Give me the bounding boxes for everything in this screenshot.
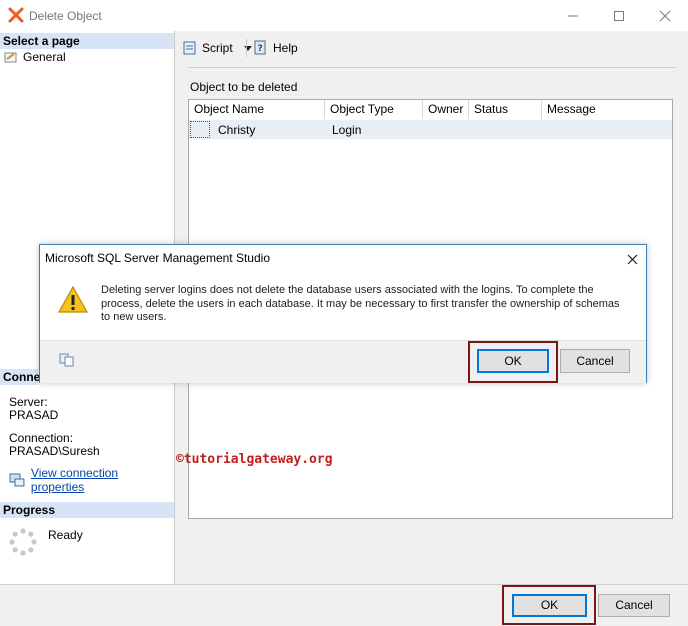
table-row[interactable]: Christy Login <box>189 120 672 139</box>
warning-icon <box>57 285 89 313</box>
svg-text:?: ? <box>258 44 263 54</box>
section-label: Object to be deleted <box>190 80 298 94</box>
copy-icon[interactable] <box>59 353 75 367</box>
server-label: Server: <box>9 395 48 409</box>
column-header-owner[interactable]: Owner <box>423 100 469 119</box>
progress-status: Ready <box>48 528 83 542</box>
wrench-page-icon <box>4 52 17 63</box>
bottom-bar: OK Cancel <box>0 584 688 626</box>
cell-object-name: Christy <box>218 123 256 137</box>
select-page-header: Select a page <box>0 33 174 49</box>
close-icon <box>659 10 671 21</box>
dialog-footer: OK Cancel <box>40 340 646 383</box>
title-bar: Delete Object <box>0 0 688 31</box>
progress-spinner-icon <box>9 528 37 556</box>
close-button[interactable] <box>642 0 688 31</box>
column-header-object-name[interactable]: Object Name <box>189 100 325 119</box>
help-label: Help <box>273 41 298 55</box>
cell-object-type: Login <box>332 123 362 137</box>
connection-header: Conne <box>0 369 40 385</box>
minimize-button[interactable] <box>550 0 596 31</box>
watermark: ©tutorialgateway.org <box>176 452 333 467</box>
dialog-ok-button[interactable]: OK <box>477 349 549 373</box>
server-value: PRASAD <box>9 408 59 422</box>
connection-properties-icon <box>9 473 25 487</box>
dialog-title: Microsoft SQL Server Management Studio <box>45 251 270 265</box>
column-header-status[interactable]: Status <box>469 100 542 119</box>
script-button[interactable]: Script <box>182 40 253 56</box>
help-icon: ? <box>254 40 266 55</box>
footer-ok-button[interactable]: OK <box>512 594 587 617</box>
script-label: Script <box>202 41 233 55</box>
close-icon <box>627 254 637 264</box>
connection-value: PRASAD\Suresh <box>9 444 100 458</box>
view-connection-properties[interactable]: View connection properties <box>9 466 174 494</box>
message-dialog: Microsoft SQL Server Management Studio D… <box>39 244 647 383</box>
footer-cancel-button[interactable]: Cancel <box>598 594 670 617</box>
column-header-object-type[interactable]: Object Type <box>325 100 423 119</box>
dialog-message: Deleting server logins does not delete t… <box>101 284 620 323</box>
dialog-cancel-button[interactable]: Cancel <box>560 349 630 373</box>
view-connection-link[interactable]: View connection properties <box>31 466 174 494</box>
window-title: Delete Object <box>29 9 102 23</box>
maximize-icon <box>614 10 624 21</box>
page-item-general[interactable]: General <box>4 50 66 64</box>
column-header-message[interactable]: Message <box>542 100 672 119</box>
minimize-icon <box>568 15 578 16</box>
dialog-close-button[interactable] <box>622 250 642 268</box>
ssms-logo-icon <box>8 7 24 23</box>
progress-header: Progress <box>0 502 174 518</box>
page-item-label: General <box>23 50 66 64</box>
row-selector[interactable] <box>190 121 210 138</box>
connection-label: Connection: <box>9 431 74 445</box>
divider <box>188 67 676 68</box>
toolbar-separator <box>246 39 247 57</box>
script-icon <box>183 41 196 55</box>
help-button[interactable]: ? Help <box>253 40 298 56</box>
chevron-down-icon[interactable] <box>243 43 253 53</box>
maximize-button[interactable] <box>596 0 642 31</box>
